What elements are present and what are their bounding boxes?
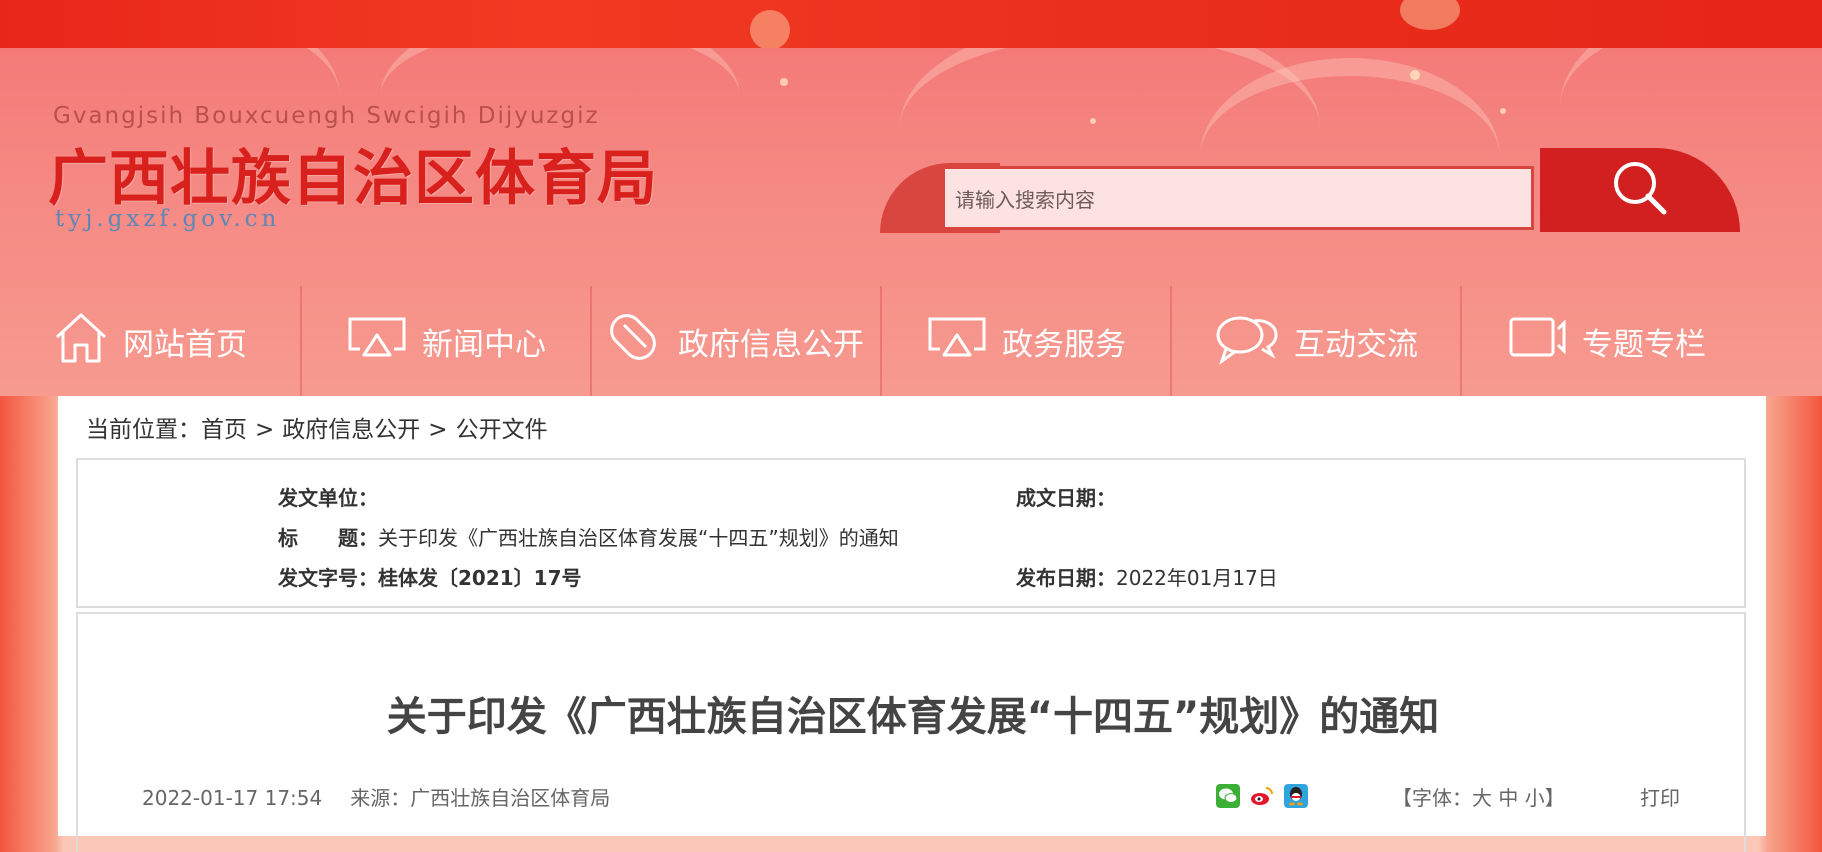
site-name-pinyin: Gvangjsih Bouxcuengh Swcigih Dijyuzgiz	[53, 103, 600, 129]
article-source: 来源：广西壮族自治区体育局	[350, 786, 611, 810]
meta-doc-number-label: 发文字号：	[278, 566, 378, 590]
top-banner	[0, 0, 1822, 50]
nav-gov-info-label: 政府信息公开	[678, 326, 864, 363]
meta-title-value: 关于印发《广西壮族自治区体育发展“十四五”规划》的通知	[378, 526, 899, 550]
article-box: 关于印发《广西壮族自治区体育发展“十四五”规划》的通知 2022-01-17 1…	[76, 612, 1746, 852]
meta-title: 标 题：关于印发《广西壮族自治区体育发展“十四五”规划》的通知	[278, 522, 899, 551]
meta-publish-date-value: 2022年01月17日	[1116, 566, 1278, 590]
nav-home-label: 网站首页	[123, 326, 247, 363]
search-button[interactable]	[1540, 148, 1740, 232]
nav-gov-service-label: 政务服务	[1002, 326, 1126, 363]
weibo-icon[interactable]	[1250, 784, 1274, 808]
content-panel: 当前位置：首页 > 政府信息公开 > 公开文件 发文单位： 成文日期： 标 题：关于印发…	[58, 396, 1766, 852]
breadcrumb-public-docs[interactable]: 公开文件	[456, 417, 548, 443]
breadcrumb: 当前位置：首页 > 政府信息公开 > 公开文件	[86, 410, 556, 444]
site-title[interactable]: 广西壮族自治区体育局	[48, 130, 658, 217]
broadcast-icon	[926, 315, 1002, 367]
capsule-icon	[608, 309, 678, 373]
meta-doc-number: 发文字号：桂体发〔2021〕17号	[278, 562, 582, 591]
meta-date-written: 成文日期：	[1016, 482, 1116, 511]
breadcrumb-separator: >	[428, 417, 448, 443]
breadcrumb-prefix: 当前位置：	[86, 417, 201, 443]
nav-news[interactable]: 新闻中心	[302, 286, 592, 396]
search-icon	[1610, 158, 1670, 222]
meta-date-written-label: 成文日期：	[1016, 486, 1116, 510]
meta-issuer-label: 发文单位：	[278, 486, 378, 510]
meta-publish-date-label: 发布日期：	[1016, 566, 1116, 590]
breadcrumb-home[interactable]: 首页	[201, 417, 247, 443]
font-size-medium[interactable]: 中	[1498, 786, 1518, 810]
chat-bubbles-icon	[1214, 309, 1294, 373]
nav-gov-service[interactable]: 政务服务	[882, 286, 1172, 396]
wechat-icon[interactable]	[1216, 784, 1240, 808]
broadcast-icon	[346, 315, 422, 367]
font-size-open: 【字体：	[1392, 786, 1472, 810]
breadcrumb-gov-info[interactable]: 政府信息公开	[282, 417, 420, 443]
site-domain: tyj.gxzf.gov.cn	[55, 206, 281, 232]
nav-home[interactable]: 网站首页	[0, 286, 302, 396]
document-meta-box: 发文单位： 成文日期： 标 题：关于印发《广西壮族自治区体育发展“十四五”规划》…	[76, 458, 1746, 608]
font-size-control: 【字体：大 中 小】	[1392, 782, 1565, 811]
qq-icon[interactable]	[1284, 784, 1308, 808]
meta-issuer: 发文单位：	[278, 482, 378, 511]
nav-topics-label: 专题专栏	[1582, 326, 1706, 363]
main-nav: 网站首页 新闻中心 政府信息公开 政务服务 互动交流 专题专栏	[0, 286, 1822, 396]
nav-interaction-label: 互动交流	[1294, 326, 1418, 363]
breadcrumb-separator: >	[255, 417, 275, 443]
site-header: Gvangjsih Bouxcuengh Swcigih Dijyuzgiz 广…	[0, 48, 1822, 396]
nav-topics[interactable]: 专题专栏	[1462, 286, 1752, 396]
print-link[interactable]: 打印	[1640, 782, 1680, 811]
font-size-small[interactable]: 小	[1525, 786, 1545, 810]
article-info: 2022-01-17 17:54 来源：广西壮族自治区体育局	[142, 782, 638, 811]
nav-news-label: 新闻中心	[422, 326, 546, 363]
meta-publish-date: 发布日期：2022年01月17日	[1016, 562, 1278, 591]
nav-gov-info[interactable]: 政府信息公开	[592, 286, 882, 396]
article-title: 关于印发《广西壮族自治区体育发展“十四五”规划》的通知	[386, 694, 1440, 740]
search-bar: 请输入搜索内容	[880, 148, 1740, 233]
share-bar	[1216, 784, 1308, 808]
nav-interaction[interactable]: 互动交流	[1172, 286, 1462, 396]
meta-doc-number-value: 桂体发〔2021〕17号	[378, 566, 582, 590]
font-size-close: 】	[1544, 786, 1565, 810]
video-icon	[1508, 313, 1582, 369]
search-placeholder: 请输入搜索内容	[955, 187, 1095, 212]
search-input[interactable]: 请输入搜索内容	[942, 166, 1534, 230]
font-size-large[interactable]: 大	[1472, 786, 1492, 810]
article-datetime: 2022-01-17 17:54	[142, 786, 323, 810]
home-icon	[53, 309, 123, 373]
meta-title-label: 标 题：	[278, 526, 378, 550]
